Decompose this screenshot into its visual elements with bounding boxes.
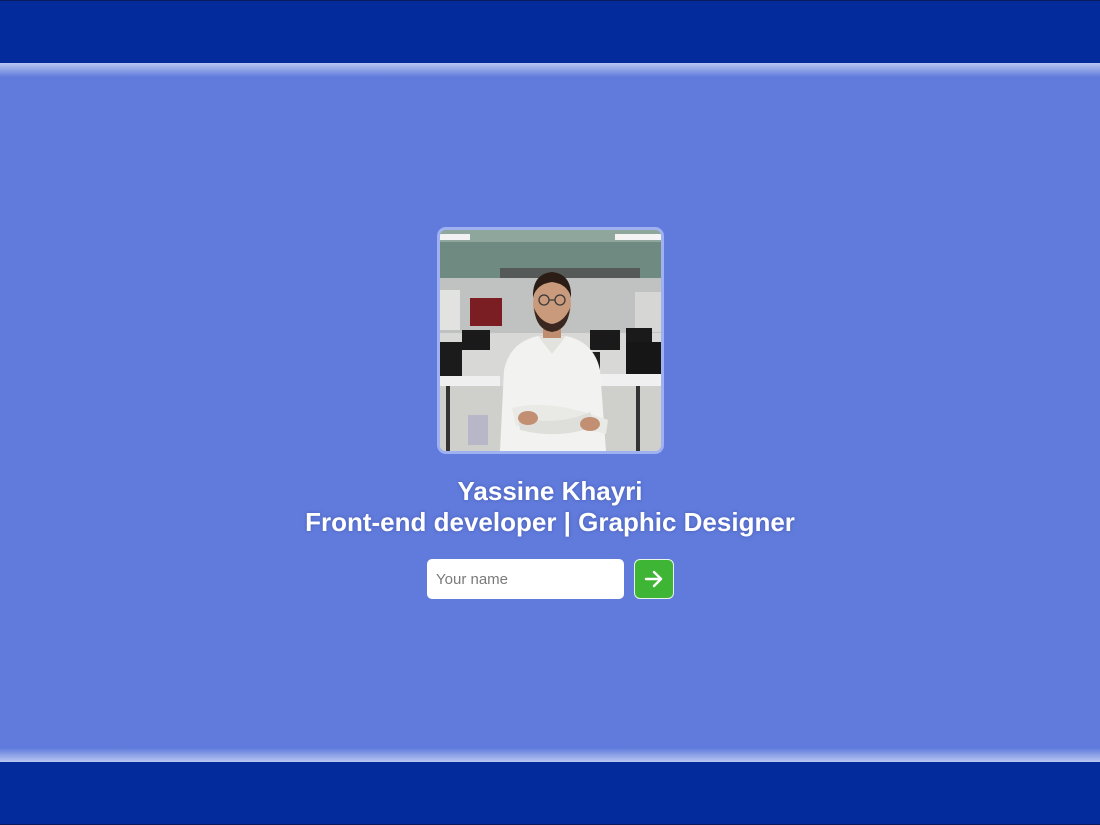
- arrow-right-icon: [644, 570, 663, 588]
- profile-photo: [437, 227, 664, 454]
- page: Yassine Khayri Front-end developer | Gra…: [0, 0, 1100, 825]
- profile-role: Front-end developer | Graphic Designer: [305, 507, 795, 537]
- top-bar-glow: [0, 63, 1100, 77]
- bottom-bar-glow: [0, 748, 1100, 762]
- top-bar: [0, 0, 1100, 63]
- submit-button[interactable]: [634, 559, 674, 599]
- name-input[interactable]: [427, 559, 624, 599]
- bottom-bar: [0, 762, 1100, 825]
- profile-name: Yassine Khayri: [457, 476, 643, 506]
- profile-photo-image: [440, 230, 661, 451]
